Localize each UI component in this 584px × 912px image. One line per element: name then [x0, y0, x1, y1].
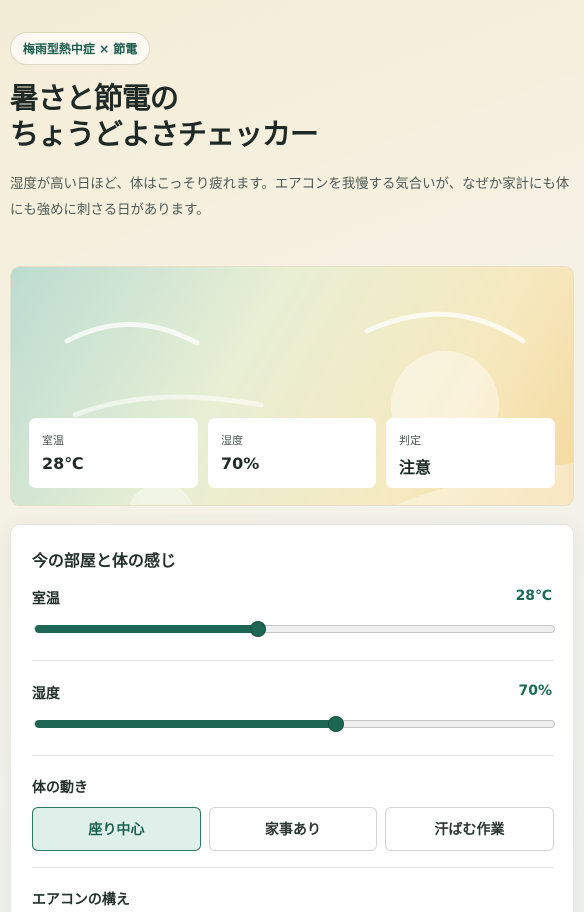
divider	[32, 867, 554, 868]
humidity-slider[interactable]	[34, 716, 555, 732]
page-description: 湿度が高い日ほど、体はこっそり疲れます。エアコンを我慢する気合いが、なぜか家計に…	[10, 177, 570, 218]
page-title-line-1: 暑さと節電の	[10, 81, 179, 115]
aircon-label: エアコンの構え	[32, 892, 130, 908]
humidity-slider-thumb[interactable]	[328, 716, 345, 732]
stat-verdict-label: 判定	[399, 434, 421, 447]
summary-hero-card: 室温 28℃ 湿度 70% 判定 注意	[10, 266, 574, 506]
panel-title: 今の部屋と体の感じ	[32, 551, 177, 570]
activity-label: 体の動き	[32, 780, 88, 796]
temperature-slider-label: 室温	[32, 591, 60, 607]
input-panel: 今の部屋と体の感じ 室温 28℃ 湿度 70% 体の動き 座り中心 家事あり 汗…	[10, 524, 574, 912]
temperature-slider-value: 28℃	[515, 588, 552, 604]
stat-verdict-value: 注意	[399, 458, 432, 477]
stat-verdict: 判定 注意	[386, 418, 555, 488]
stat-temperature-value: 28℃	[42, 454, 84, 473]
divider	[32, 660, 554, 661]
temperature-slider[interactable]	[34, 621, 555, 637]
divider	[32, 755, 554, 756]
stat-humidity: 湿度 70%	[208, 418, 376, 488]
stat-humidity-value: 70%	[221, 454, 260, 473]
humidity-slider-fill	[35, 720, 337, 728]
page-title: 暑さと節電の ちょうどよさチェッカー	[10, 80, 570, 152]
page-title-line-2: ちょうどよさチェッカー	[10, 117, 319, 151]
stat-temperature-label: 室温	[42, 434, 64, 447]
humidity-slider-value: 70%	[518, 683, 552, 699]
temperature-slider-thumb[interactable]	[250, 621, 267, 637]
temperature-slider-fill	[35, 625, 259, 633]
humidity-slider-label: 湿度	[32, 686, 60, 702]
stat-humidity-label: 湿度	[221, 434, 243, 447]
activity-option-sweaty-work[interactable]: 汗ばむ作業	[385, 807, 554, 851]
stat-temperature: 室温 28℃	[29, 418, 198, 488]
topic-badge: 梅雨型熱中症 × 節電	[10, 32, 151, 65]
activity-option-sitting[interactable]: 座り中心	[32, 807, 201, 851]
activity-option-housework[interactable]: 家事あり	[209, 807, 377, 851]
